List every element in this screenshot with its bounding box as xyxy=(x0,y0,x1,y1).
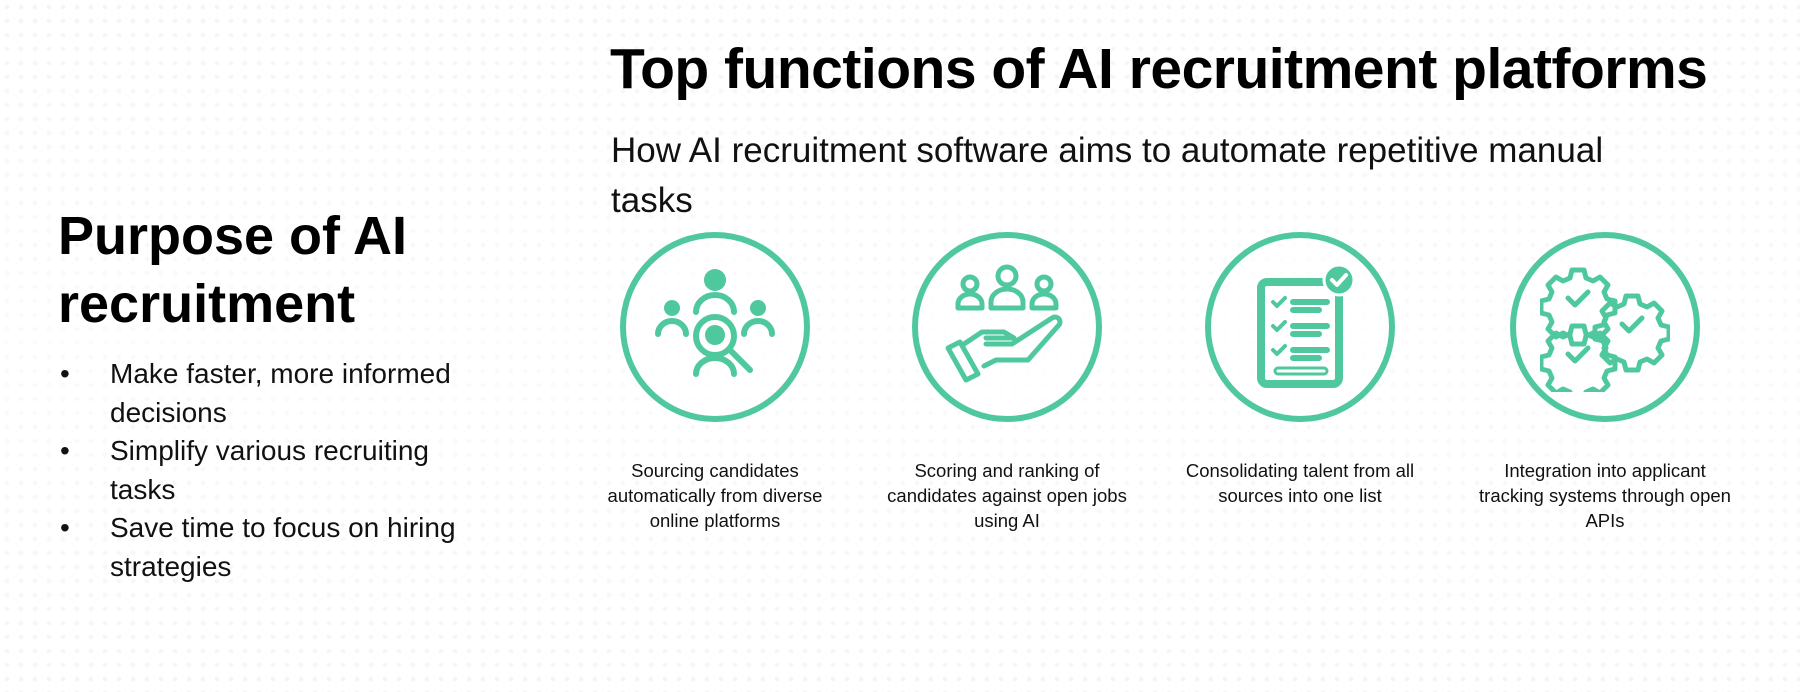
bullet-dot: • xyxy=(60,358,70,389)
bullet-text: Simplify various recruiting tasks xyxy=(110,435,429,505)
candidate-search-icon xyxy=(655,269,775,377)
bullet-text: Make faster, more informed decisions xyxy=(110,358,451,428)
function-caption: Scoring and ranking of candidates agains… xyxy=(887,460,1127,531)
checklist-icon xyxy=(1257,263,1356,388)
hand-holding-people-icon xyxy=(945,264,1063,383)
icon-circle xyxy=(1205,232,1395,422)
icon-circle xyxy=(1510,232,1700,422)
function-card-scoring: Scoring and ranking of candidates agains… xyxy=(877,232,1137,533)
function-caption: Integration into applicant tracking syst… xyxy=(1479,460,1731,531)
bullet-text: Save time to focus on hiring strategies xyxy=(110,512,456,582)
bullet-item: • Make faster, more informed decisions xyxy=(58,355,498,432)
bullet-item: • Simplify various recruiting tasks xyxy=(58,432,498,509)
purpose-bullet-list: • Make faster, more informed decisions • S… xyxy=(58,355,498,586)
icon-circle xyxy=(912,232,1102,422)
function-card-integration: Integration into applicant tracking syst… xyxy=(1475,232,1735,533)
icon-circle xyxy=(620,232,810,422)
function-caption: Consolidating talent from all sources in… xyxy=(1185,460,1415,506)
slide-subtitle: How AI recruitment software aims to auto… xyxy=(611,131,1604,220)
bullet-dot: • xyxy=(60,512,70,543)
function-card-consolidating: Consolidating talent from all sources in… xyxy=(1170,232,1430,508)
function-card-sourcing: Sourcing candidates automatically from d… xyxy=(585,232,845,533)
gears-check-icon xyxy=(1540,267,1670,392)
bullet-dot: • xyxy=(60,435,70,466)
function-caption: Sourcing candidates automatically from d… xyxy=(607,460,823,531)
purpose-heading: Purpose of AI recruitment xyxy=(58,206,408,334)
bullet-item: • Save time to focus on hiring strategies xyxy=(58,509,498,586)
slide-title: Top functions of AI recruitment platform… xyxy=(610,37,1708,101)
